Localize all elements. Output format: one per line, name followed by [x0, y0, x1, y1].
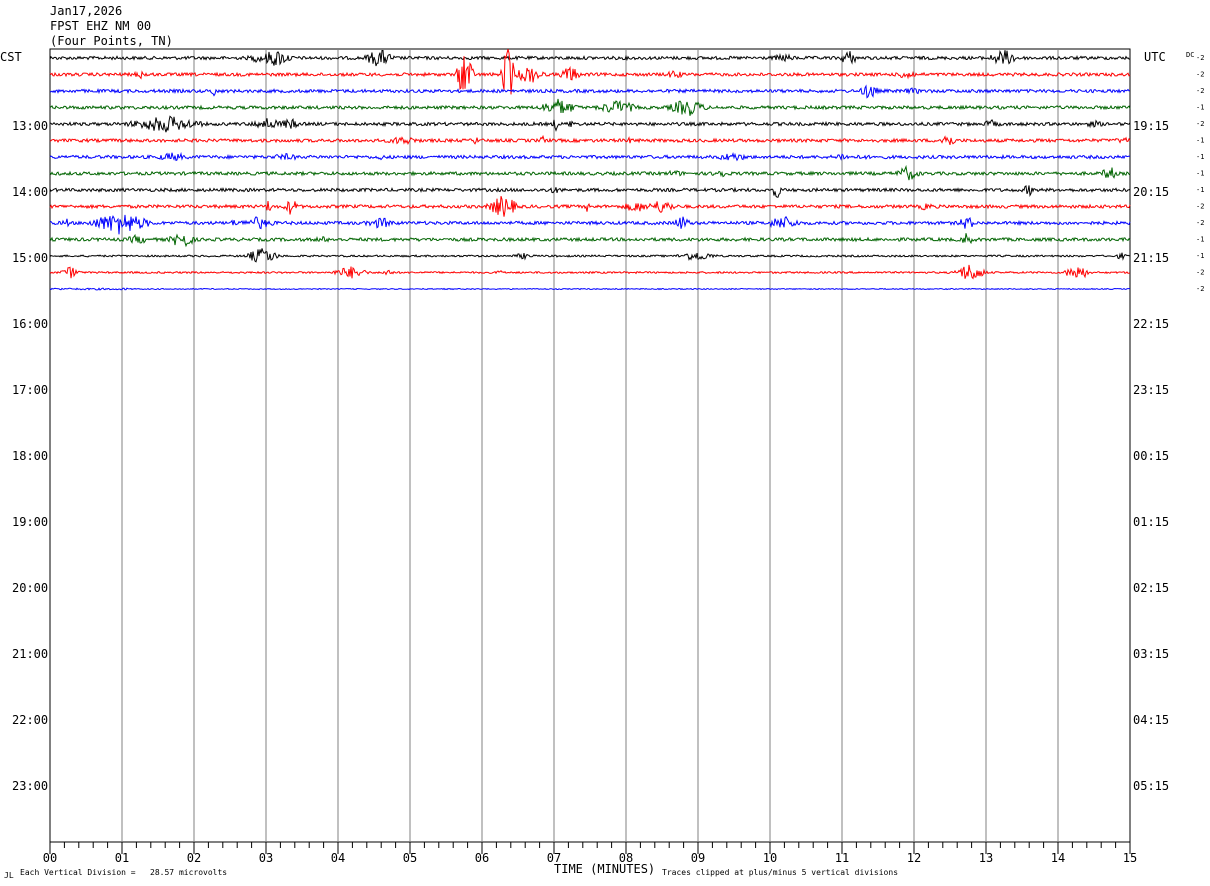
x-tick-label: 15 [1123, 851, 1137, 865]
plot-frame [49, 48, 1131, 843]
x-tick-label: 00 [43, 851, 57, 865]
left-hour-label: 13:00 [12, 119, 48, 133]
x-tick-label: 02 [187, 851, 201, 865]
x-tick-label: 04 [331, 851, 345, 865]
x-tick-label: 01 [115, 851, 129, 865]
left-hour-label: 20:00 [12, 581, 48, 595]
dc-offset-label: -2 [1196, 120, 1204, 128]
x-tick-label: 14 [1051, 851, 1065, 865]
dc-offset-label: -1 [1196, 104, 1204, 112]
dc-offset-label: -2 [1196, 203, 1204, 211]
right-hour-label: 20:15 [1133, 185, 1169, 199]
dc-offset-label: -2 [1196, 71, 1204, 79]
seismic-trace [49, 248, 1131, 263]
right-hour-label: 03:15 [1133, 647, 1169, 661]
seismic-trace [49, 214, 1131, 235]
clip-note: Traces clipped at plus/minus 5 vertical … [662, 868, 899, 877]
seismic-trace [49, 84, 1131, 99]
dc-offset-label: -1 [1196, 186, 1204, 194]
left-hour-label: 19:00 [12, 515, 48, 529]
left-hour-label: 16:00 [12, 317, 48, 331]
right-hour-label: 23:15 [1133, 383, 1169, 397]
seismic-trace [49, 195, 1131, 217]
left-hour-label: 23:00 [12, 779, 48, 793]
left-hour-label: 14:00 [12, 185, 48, 199]
dc-offset-label: -1 [1196, 236, 1204, 244]
dc-offset-label: -1 [1196, 170, 1204, 178]
right-hour-label: 04:15 [1133, 713, 1169, 727]
x-tick-label: 10 [763, 851, 777, 865]
seismic-trace [49, 151, 1131, 162]
seismic-trace [49, 185, 1131, 198]
seismic-trace [49, 164, 1131, 181]
right-hour-label: 00:15 [1133, 449, 1169, 463]
dc-offset-label: -2 [1196, 87, 1204, 95]
division-note: Each Vertical Division = 28.57 microvolt… [20, 868, 228, 877]
right-hour-label: 05:15 [1133, 779, 1169, 793]
footer-mark: JL [4, 871, 14, 880]
dc-label: DC [1186, 51, 1194, 59]
left-hour-label: 15:00 [12, 251, 48, 265]
x-tick-label: 05 [403, 851, 417, 865]
x-tick-label: 06 [475, 851, 489, 865]
left-hour-label: 21:00 [12, 647, 48, 661]
right-hour-label: 01:15 [1133, 515, 1169, 529]
right-hour-label: 02:15 [1133, 581, 1169, 595]
seismic-trace [49, 49, 1131, 95]
seismic-trace [49, 134, 1131, 146]
seismogram-plot: 00 01 02 03 04 05 06 07 08 09 10 11 12 13 14 1513:0014:… [12, 48, 1204, 865]
dc-offset-label: -1 [1196, 252, 1204, 260]
right-hour-label: 22:15 [1133, 317, 1169, 331]
dc-offset-label: -1 [1196, 137, 1204, 145]
x-tick-label: 11 [835, 851, 849, 865]
seismic-trace [49, 98, 1131, 116]
right-hour-label: 21:15 [1133, 251, 1169, 265]
left-hour-label: 18:00 [12, 449, 48, 463]
seismic-trace [49, 233, 1131, 248]
x-tick-label: 13 [979, 851, 993, 865]
right-hour-label: 19:15 [1133, 119, 1169, 133]
dc-offset-label: -2 [1196, 269, 1204, 277]
seismic-trace [49, 264, 1131, 280]
seismic-trace [49, 287, 1131, 291]
x-tick-label: 09 [691, 851, 705, 865]
dc-offset-label: -2 [1196, 219, 1204, 227]
x-axis-title: TIME (MINUTES) [554, 862, 656, 876]
dc-offset-label: -2 [1196, 54, 1204, 62]
x-tick-label: 12 [907, 851, 921, 865]
seismic-trace [49, 115, 1131, 133]
x-tick-label: 03 [259, 851, 273, 865]
seismic-trace [49, 49, 1131, 67]
left-hour-label: 22:00 [12, 713, 48, 727]
dc-offset-label: -2 [1196, 285, 1204, 293]
dc-offset-label: -1 [1196, 153, 1204, 161]
left-hour-label: 17:00 [12, 383, 48, 397]
